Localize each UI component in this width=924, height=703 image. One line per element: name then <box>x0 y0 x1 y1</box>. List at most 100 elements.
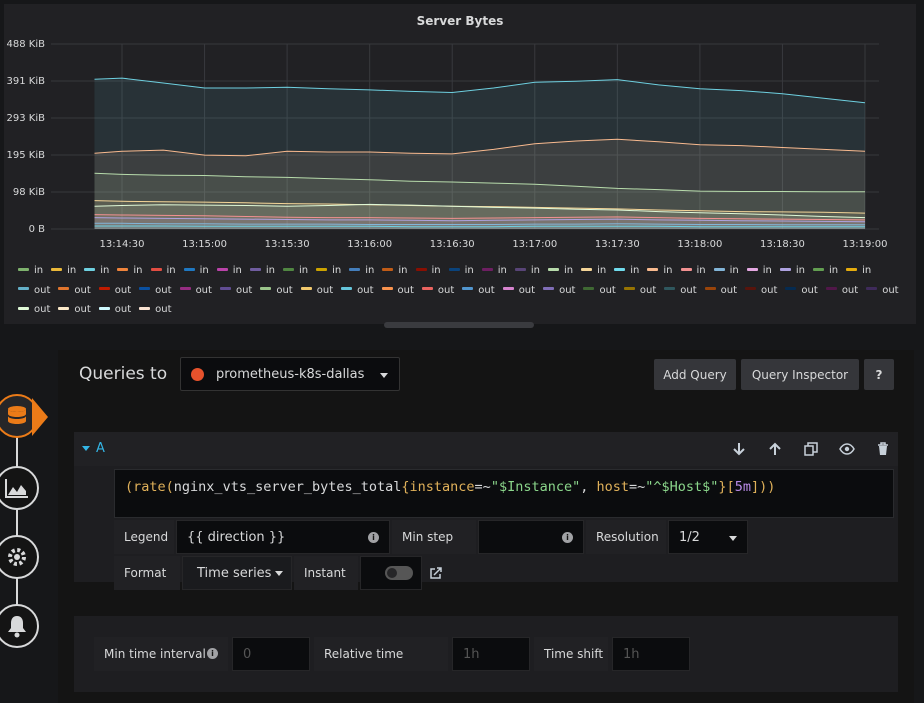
legend-item[interactable]: in <box>581 261 606 281</box>
time-shift-input[interactable]: 1h <box>612 637 690 671</box>
legend-item[interactable]: in <box>614 261 639 281</box>
legend-label: out <box>114 284 132 296</box>
legend-label: in <box>67 265 77 276</box>
legend-item[interactable]: in <box>514 261 540 281</box>
legend-swatch <box>98 287 110 290</box>
legend-item[interactable]: out <box>866 281 899 301</box>
legend-item[interactable]: out <box>825 281 858 301</box>
legend-item[interactable]: out <box>381 281 414 301</box>
legend-item[interactable]: in <box>846 261 871 281</box>
query-row-a: A (rate(nginx_vts_server_bytes_total{ins… <box>74 432 898 590</box>
legend-item[interactable]: in <box>349 261 374 281</box>
legend-item[interactable]: out <box>58 281 91 301</box>
time-shift-label: Time shift <box>534 637 608 671</box>
format-select[interactable]: Time series <box>182 556 292 590</box>
move-up-icon[interactable] <box>766 441 784 457</box>
legend-item[interactable]: out <box>421 281 454 301</box>
legend-item[interactable]: out <box>462 281 495 301</box>
x-tick-label: 13:15:00 <box>182 239 227 250</box>
panel-resize-handle[interactable] <box>384 322 534 328</box>
trash-icon[interactable] <box>874 441 892 457</box>
add-query-button[interactable]: Add Query <box>654 359 736 390</box>
legend-item[interactable]: in <box>150 261 176 281</box>
legend-item[interactable]: out <box>583 281 616 301</box>
legend-item[interactable]: out <box>300 281 333 301</box>
legend-item[interactable]: out <box>179 281 212 301</box>
resolution-select[interactable]: 1/2 <box>668 520 748 554</box>
legend-item[interactable]: in <box>647 261 673 281</box>
legend-item[interactable]: out <box>704 281 737 301</box>
legend-item[interactable]: out <box>745 281 777 301</box>
legend-item[interactable]: out <box>502 281 535 301</box>
legend-item[interactable]: in <box>18 261 43 281</box>
min-step-input[interactable]: i <box>478 520 584 554</box>
info-icon[interactable]: i <box>207 648 218 659</box>
duplicate-icon[interactable] <box>802 441 820 457</box>
legend-item[interactable]: out <box>623 281 656 301</box>
legend-item[interactable]: out <box>785 281 818 301</box>
legend-item[interactable]: in <box>813 261 838 281</box>
general-settings-tab[interactable] <box>0 535 39 579</box>
legend-item[interactable]: out <box>18 281 50 301</box>
legend-item[interactable]: in <box>415 261 441 281</box>
queries-to-label: Queries to <box>79 364 168 384</box>
legend-swatch <box>183 267 195 271</box>
instant-toggle[interactable] <box>360 556 422 590</box>
datasource-picker[interactable]: prometheus-k8s-dallas <box>180 357 400 391</box>
legend-item[interactable]: in <box>51 261 76 281</box>
legend-label: in <box>829 265 839 276</box>
legend-item[interactable]: out <box>664 281 697 301</box>
legend-item[interactable]: out <box>58 300 91 320</box>
legend-item[interactable]: out <box>98 281 132 301</box>
format-label: Format <box>114 556 180 590</box>
alert-tab[interactable] <box>0 604 39 648</box>
legend-item[interactable]: in <box>216 261 242 281</box>
external-link-icon[interactable] <box>424 556 448 590</box>
legend-item[interactable]: in <box>481 261 507 281</box>
legend-item[interactable]: out <box>139 300 172 320</box>
instant-switch[interactable] <box>385 566 413 580</box>
legend-item[interactable]: out <box>543 281 575 301</box>
relative-time-input[interactable]: 1h <box>452 637 530 671</box>
min-time-interval-input[interactable]: 0 <box>232 637 310 671</box>
move-down-icon[interactable] <box>730 441 748 457</box>
legend-item[interactable]: in <box>117 261 143 281</box>
legend-item[interactable]: in <box>283 261 308 281</box>
legend-swatch <box>502 287 514 290</box>
legend-item[interactable]: in <box>448 261 474 281</box>
legend-item[interactable]: in <box>183 261 209 281</box>
legend-item[interactable]: in <box>680 261 706 281</box>
legend-item[interactable]: in <box>316 261 341 281</box>
info-icon[interactable]: i <box>562 532 573 543</box>
legend-item[interactable]: out <box>219 281 252 301</box>
eye-icon[interactable] <box>838 441 856 457</box>
legend-swatch <box>219 287 231 290</box>
legend-item[interactable]: in <box>713 261 739 281</box>
legend-item[interactable]: in <box>382 261 408 281</box>
legend-swatch <box>825 287 837 290</box>
legend-item[interactable]: out <box>18 300 50 320</box>
query-collapse-toggle[interactable]: A <box>82 441 105 456</box>
legend-label: in <box>597 265 607 276</box>
info-icon[interactable]: i <box>368 532 379 543</box>
legend-item[interactable]: in <box>746 261 772 281</box>
visualization-tab[interactable] <box>0 466 39 510</box>
legend-swatch <box>448 267 460 271</box>
legend-item[interactable]: in <box>548 261 573 281</box>
legend-item[interactable]: out <box>98 300 131 320</box>
legend-item[interactable]: out <box>341 281 374 301</box>
legend-label: in <box>795 265 805 276</box>
legend-item[interactable]: in <box>779 261 805 281</box>
x-tick-label: 13:14:30 <box>100 239 145 250</box>
legend-format-input[interactable]: {{ direction }} i <box>176 520 390 554</box>
query-inspector-button[interactable]: Query Inspector <box>741 359 859 390</box>
query-expression-input[interactable]: (rate(nginx_vts_server_bytes_total{insta… <box>114 469 894 518</box>
legend-item[interactable]: in <box>249 261 275 281</box>
legend-swatch <box>382 267 394 271</box>
legend-item[interactable]: in <box>84 261 109 281</box>
legend-item[interactable]: out <box>260 281 293 301</box>
legend-label: out <box>195 284 212 296</box>
help-button[interactable]: ? <box>864 359 894 390</box>
legend-swatch <box>18 267 29 271</box>
legend-item[interactable]: out <box>139 281 172 301</box>
